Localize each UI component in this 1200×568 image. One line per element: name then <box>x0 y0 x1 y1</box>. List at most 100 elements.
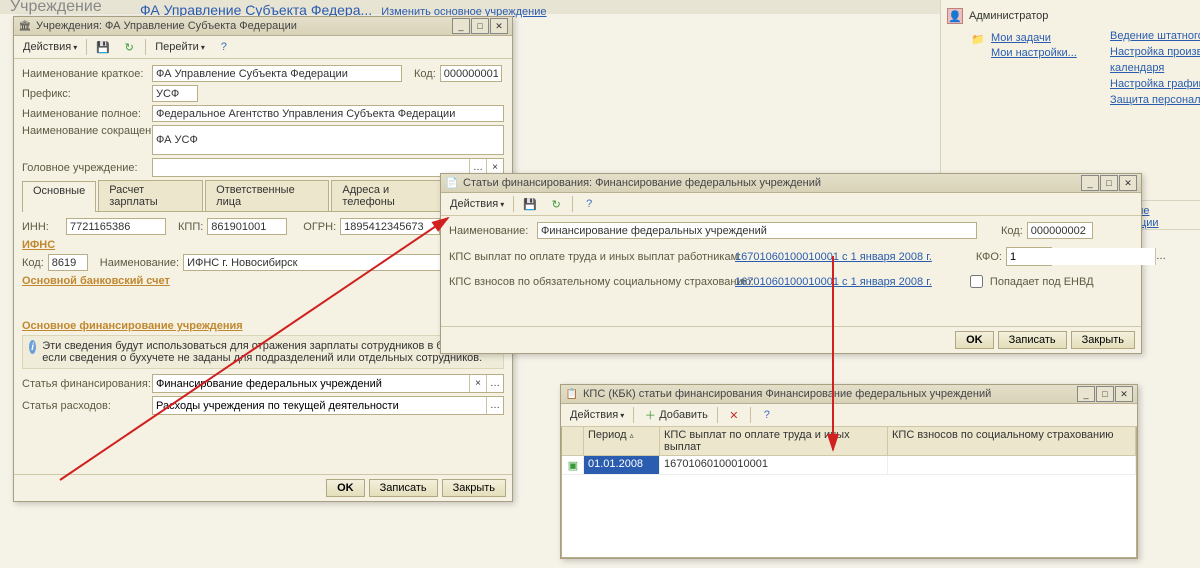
toolbar: Действия▾ 💾 ↻ Перейти▾ ? <box>14 36 512 59</box>
input-kpp[interactable] <box>207 218 287 235</box>
help-button[interactable]: ? <box>577 194 601 214</box>
tab-persons[interactable]: Ответственные лица <box>205 180 329 211</box>
help-icon: ? <box>217 40 231 54</box>
label-kps2: КПС взносов по обязательному социальному… <box>449 276 731 288</box>
input-code[interactable] <box>1027 222 1093 239</box>
save-icon-button[interactable]: 💾 <box>91 37 115 57</box>
input-name-short[interactable] <box>152 65 402 82</box>
label-kpp: КПП: <box>178 221 203 233</box>
info-icon: i <box>29 340 36 354</box>
label-code: Код: <box>414 68 436 80</box>
window-institution: 🏛 Учреждения: ФА Управление Субъекта Фед… <box>13 16 513 502</box>
close-button-footer[interactable]: Закрыть <box>442 479 506 497</box>
choose-exp-article[interactable]: … <box>486 397 503 414</box>
input-name-full[interactable] <box>152 105 504 122</box>
group-ifns: ИФНС <box>22 239 504 251</box>
refresh-icon: ↻ <box>122 40 136 54</box>
input-name-abbr[interactable] <box>152 125 504 155</box>
kps-grid[interactable]: Период ▵ КПС выплат по оплате труда и ин… <box>561 427 1137 558</box>
maximize-button[interactable]: □ <box>1096 386 1114 402</box>
label-envd: Попадает под ЕНВД <box>990 276 1094 288</box>
help-button[interactable]: ? <box>755 405 779 425</box>
refresh-icon: ↻ <box>549 197 563 211</box>
group-bank: Основной банковский счет <box>22 275 504 287</box>
help-button[interactable]: ? <box>212 37 236 57</box>
input-code[interactable] <box>440 65 502 82</box>
col-period[interactable]: Период ▵ <box>584 427 660 455</box>
tabs: Основные Расчет зарплаты Ответственные л… <box>22 180 504 212</box>
input-prefix[interactable] <box>152 85 198 102</box>
maximize-button[interactable]: □ <box>471 18 489 34</box>
toolbar: Действия▾ 💾 ↻ ? <box>441 193 1141 216</box>
close-button[interactable]: ✕ <box>1115 386 1133 402</box>
input-kfo[interactable] <box>1007 248 1155 265</box>
kps2-link[interactable]: 16701060100010001 с 1 января 2008 г. <box>735 276 932 288</box>
input-name[interactable] <box>537 222 977 239</box>
window-title: Статьи финансирования: Финансирование фе… <box>463 177 1080 189</box>
cell-period[interactable]: 01.01.2008 <box>584 456 660 474</box>
col-kps-pay[interactable]: КПС выплат по оплате труда и иных выплат <box>660 427 888 455</box>
my-tasks-link[interactable]: Мои задачи <box>991 32 1077 44</box>
write-button[interactable]: Записать <box>998 331 1067 349</box>
write-button[interactable]: Записать <box>369 479 438 497</box>
tab-addresses[interactable]: Адреса и телефоны <box>331 180 451 211</box>
minimize-button[interactable]: _ <box>1081 175 1099 191</box>
input-ifns-code[interactable] <box>48 254 88 271</box>
my-settings-link[interactable]: Мои настройки... <box>991 47 1077 59</box>
refresh-icon-button[interactable]: ↻ <box>117 37 141 57</box>
envd-checkbox[interactable] <box>970 275 983 288</box>
delete-button[interactable]: ✕ <box>722 405 746 425</box>
col-kps-social[interactable]: КПС взносов по социальному страхованию <box>888 427 1136 455</box>
input-ogrn[interactable] <box>340 218 440 235</box>
tab-main[interactable]: Основные <box>22 181 96 212</box>
label-inn: ИНН: <box>22 221 62 233</box>
link-calendar[interactable]: Настройка произво <box>1110 46 1200 58</box>
link-staff[interactable]: Ведение штатного р <box>1110 30 1200 42</box>
refresh-icon-button[interactable]: ↻ <box>544 194 568 214</box>
right-links: Ведение штатного р Настройка произво кал… <box>1110 30 1200 110</box>
label-fin-article: Статья финансирования: <box>22 378 148 390</box>
table-row[interactable]: ▣ 01.01.2008 16701060100010001 <box>562 456 1136 475</box>
actions-menu[interactable]: Действия▾ <box>18 37 82 57</box>
input-exp-article[interactable] <box>153 397 486 414</box>
input-head[interactable] <box>153 159 469 176</box>
admin-label: Администратор <box>969 10 1048 22</box>
toolbar: Действия▾ ＋Добавить ✕ ? <box>561 404 1137 427</box>
choose-fin-article[interactable]: … <box>486 375 503 392</box>
ok-button[interactable]: OK <box>955 331 994 349</box>
col-marker[interactable] <box>562 427 584 455</box>
folder-icon: 📁 <box>971 32 985 46</box>
clear-fin-article[interactable]: × <box>469 375 486 392</box>
link-calendar2[interactable]: календаря <box>1110 62 1200 74</box>
close-button[interactable]: ✕ <box>490 18 508 34</box>
input-fin-article[interactable] <box>153 375 469 392</box>
close-button[interactable]: ✕ <box>1119 175 1137 191</box>
info-box: i Эти сведения будут использоваться для … <box>22 335 504 369</box>
window-title: Учреждения: ФА Управление Субъекта Федер… <box>36 20 451 32</box>
label-exp-article: Статья расходов: <box>22 400 148 412</box>
minimize-button[interactable]: _ <box>1077 386 1095 402</box>
cell-kps[interactable]: 16701060100010001 <box>660 456 888 474</box>
close-button-footer[interactable]: Закрыть <box>1071 331 1135 349</box>
tab-salary[interactable]: Расчет зарплаты <box>98 180 203 211</box>
goto-menu[interactable]: Перейти▾ <box>150 37 210 57</box>
choose-kfo[interactable]: … <box>1155 248 1166 265</box>
bg-heading: Учреждение <box>10 0 102 16</box>
save-icon: 💾 <box>96 40 110 54</box>
add-button[interactable]: ＋Добавить <box>638 405 713 425</box>
link-schedule[interactable]: Настройка график <box>1110 78 1200 90</box>
minimize-button[interactable]: _ <box>452 18 470 34</box>
cell-kps2[interactable] <box>888 456 1136 474</box>
label-ifns-code: Код: <box>22 257 44 269</box>
label-kps1: КПС выплат по оплате труда и иных выплат… <box>449 251 731 263</box>
save-icon-button[interactable]: 💾 <box>518 194 542 214</box>
actions-menu[interactable]: Действия▾ <box>565 405 629 425</box>
ok-button[interactable]: OK <box>326 479 365 497</box>
input-inn[interactable] <box>66 218 166 235</box>
label-prefix: Префикс: <box>22 88 148 100</box>
link-personal[interactable]: Защита персональ <box>1110 94 1200 106</box>
kps1-link[interactable]: 16701060100010001 с 1 января 2008 г. <box>735 251 932 263</box>
actions-menu[interactable]: Действия▾ <box>445 194 509 214</box>
maximize-button[interactable]: □ <box>1100 175 1118 191</box>
group-fin: Основное финансирование учреждения <box>22 320 504 332</box>
